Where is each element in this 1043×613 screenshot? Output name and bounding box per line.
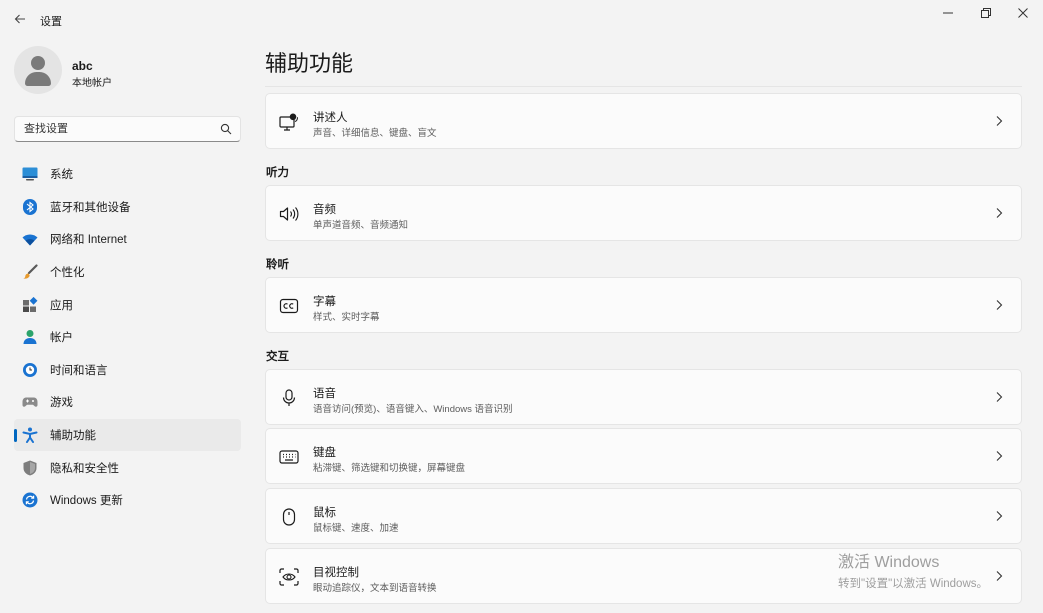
back-button[interactable] — [10, 9, 30, 29]
narrator-icon — [279, 113, 299, 131]
sidebar-item-label: 个性化 — [50, 267, 85, 280]
keyboard-icon — [279, 448, 299, 466]
wifi-icon — [22, 231, 38, 247]
minimize-button[interactable] — [933, 5, 963, 21]
card-title: 鼠标 — [313, 507, 336, 519]
shield-icon — [22, 460, 38, 476]
card-subtitle: 粘滞键、筛选键和切换键，屏幕键盘 — [313, 463, 466, 474]
maximize-button[interactable] — [971, 5, 1001, 21]
avatar — [14, 46, 62, 94]
sidebar-item-label: 时间和语言 — [50, 364, 108, 377]
bluetooth-icon — [22, 198, 38, 215]
chevron-right-icon — [996, 208, 1003, 218]
chevron-right-icon — [996, 300, 1003, 310]
divider — [265, 86, 1022, 87]
sidebar-item-bluetooth[interactable]: 蓝牙和其他设备 — [14, 191, 241, 224]
section-label-listening: 聆听 — [266, 259, 289, 271]
card-title: 键盘 — [313, 447, 336, 459]
arrow-left-icon — [14, 14, 25, 24]
close-button[interactable] — [1008, 5, 1038, 21]
card-subtitle: 样式、实时字幕 — [313, 312, 380, 323]
card-title: 字幕 — [313, 296, 336, 308]
title-bar: 设置 — [0, 0, 1043, 38]
page-title: 辅助功能 — [265, 51, 354, 76]
card-subtitle: 眼动追踪仪，文本到语音转换 — [313, 583, 437, 594]
sidebar-item-system[interactable]: 系统 — [14, 158, 241, 191]
gamepad-icon — [22, 394, 38, 410]
sidebar-item-windows-update[interactable]: Windows 更新 — [14, 484, 241, 517]
sidebar-item-accounts[interactable]: 帐户 — [14, 321, 241, 354]
sidebar-item-label: 游戏 — [50, 397, 73, 410]
sidebar-item-gaming[interactable]: 游戏 — [14, 386, 241, 419]
section-label-interaction: 交互 — [266, 351, 289, 363]
audio-card[interactable]: 音频 单声道音频、音频通知 — [265, 185, 1022, 241]
card-subtitle: 单声道音频、音频通知 — [313, 220, 409, 231]
restore-icon — [981, 8, 991, 18]
card-title: 讲述人 — [313, 112, 348, 124]
microphone-icon — [279, 389, 299, 407]
sidebar-item-time-language[interactable]: 时间和语言 — [14, 354, 241, 387]
sidebar-item-label: 辅助功能 — [50, 430, 96, 443]
sidebar-item-network[interactable]: 网络和 Internet — [14, 223, 241, 256]
activation-watermark: 激活 Windows 转到"设置"以激活 Windows。 — [838, 548, 988, 591]
avatar-head-shape — [31, 56, 45, 70]
user-profile[interactable]: abc 本地帐户 — [14, 46, 244, 96]
sidebar-item-privacy[interactable]: 隐私和安全性 — [14, 451, 241, 484]
narrator-card[interactable]: 讲述人 声音、详细信息、键盘、盲文 — [265, 93, 1022, 149]
sidebar-item-accessibility[interactable]: 辅助功能 — [14, 418, 241, 452]
chevron-right-icon — [996, 116, 1003, 126]
user-name: abc — [72, 59, 93, 73]
active-indicator — [14, 428, 17, 442]
speaker-icon — [279, 205, 299, 223]
app-title: 设置 — [40, 16, 62, 28]
chevron-right-icon — [996, 511, 1003, 521]
card-subtitle: 鼠标键、速度、加速 — [313, 523, 399, 534]
sidebar-item-label: 帐户 — [50, 332, 73, 345]
card-title: 目视控制 — [313, 567, 359, 579]
accessibility-icon — [22, 427, 38, 444]
update-icon — [22, 492, 38, 508]
sidebar-item-apps[interactable]: 应用 — [14, 288, 241, 321]
minimize-icon — [943, 12, 953, 14]
sidebar-item-label: 蓝牙和其他设备 — [50, 201, 131, 214]
speech-card[interactable]: 语音 语音访问(预览)、语音键入、Windows 语音识别 — [265, 369, 1022, 425]
eye-control-icon — [279, 568, 299, 586]
captions-card[interactable]: 字幕 样式、实时字幕 — [265, 277, 1022, 333]
sidebar-item-label: 网络和 Internet — [50, 234, 127, 247]
close-icon — [1018, 8, 1028, 18]
globe-clock-icon — [22, 362, 38, 378]
card-title: 音频 — [313, 204, 336, 216]
sidebar-item-label: 应用 — [50, 299, 73, 312]
captions-icon — [279, 297, 299, 315]
sidebar-item-label: 系统 — [50, 169, 73, 182]
keyboard-card[interactable]: 键盘 粘滞键、筛选键和切换键，屏幕键盘 — [265, 428, 1022, 484]
sidebar-item-label: Windows 更新 — [50, 495, 123, 508]
watermark-subtitle: 转到"设置"以激活 Windows。 — [838, 578, 989, 590]
system-icon — [22, 166, 38, 182]
watermark-title: 激活 Windows — [838, 554, 940, 571]
chevron-right-icon — [996, 571, 1003, 581]
search-input[interactable] — [15, 117, 205, 141]
search-icon[interactable] — [220, 123, 232, 135]
sidebar-item-personalization[interactable]: 个性化 — [14, 256, 241, 289]
brush-icon — [22, 264, 38, 280]
account-icon — [22, 329, 38, 345]
account-type: 本地帐户 — [72, 78, 112, 89]
mouse-card[interactable]: 鼠标 鼠标键、速度、加速 — [265, 488, 1022, 544]
avatar-body-shape — [25, 72, 51, 86]
apps-icon — [22, 296, 38, 313]
card-title: 语音 — [313, 388, 336, 400]
sidebar-item-label: 隐私和安全性 — [50, 462, 119, 475]
section-label-hearing: 听力 — [266, 167, 289, 179]
mouse-icon — [279, 508, 299, 526]
chevron-right-icon — [996, 451, 1003, 461]
sidebar-nav: 系统 蓝牙和其他设备 网络和 Internet 个性化 应用 帐户 时间和语言 … — [14, 158, 241, 517]
search-box[interactable] — [14, 116, 241, 142]
card-subtitle: 语音访问(预览)、语音键入、Windows 语音识别 — [313, 404, 513, 415]
chevron-right-icon — [996, 392, 1003, 402]
card-subtitle: 声音、详细信息、键盘、盲文 — [313, 128, 437, 139]
